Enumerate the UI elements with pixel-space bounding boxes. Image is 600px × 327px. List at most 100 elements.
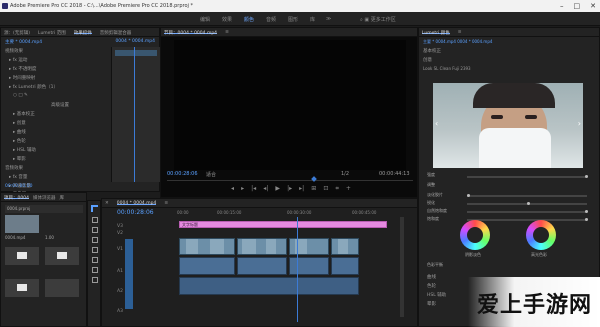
timeline-playhead[interactable] [297, 217, 298, 322]
tab-effect-controls[interactable]: 效果控件 [73, 30, 92, 36]
workspace-right-tools[interactable]: ⌕ ▣ 更多工作区 [360, 16, 396, 23]
audio-clip[interactable] [289, 257, 329, 275]
slider-saturation[interactable]: 饱和度 [427, 216, 595, 224]
go-to-in-icon[interactable]: |◂ [251, 185, 256, 195]
track-label-v2[interactable]: V2 [117, 231, 123, 236]
preview-prev-arrow[interactable]: ‹ [435, 119, 438, 128]
audio-clip[interactable] [179, 277, 359, 295]
mark-in-icon[interactable]: ◂ [231, 185, 234, 195]
effect-timecode[interactable]: 00:00:00:00 [5, 184, 32, 189]
workspace-more-icon[interactable]: ≫ [326, 16, 331, 22]
slider-vibrance[interactable]: 自然饱和度 [427, 208, 595, 216]
sequence-selector[interactable]: 0004 * 0004.mp4 [115, 39, 155, 44]
keyframe-area[interactable] [111, 47, 160, 182]
track-target-toggle[interactable] [125, 239, 133, 309]
video-clip[interactable] [237, 238, 287, 255]
project-thumbnail[interactable] [5, 215, 39, 233]
color-balance-label[interactable]: 色彩平衡 [427, 262, 443, 268]
look-dropdown[interactable]: Look SL Clean Fuji 2393 [419, 64, 599, 73]
tab-media-browser[interactable]: 媒体浏览器 [33, 195, 56, 201]
title-bar: Adobe Premiere Pro CC 2018 - C:\...\Adob… [0, 0, 600, 12]
project-thumbnail[interactable] [5, 247, 39, 265]
workspace-effects[interactable]: 效果 [222, 16, 232, 23]
audio-clip[interactable] [237, 257, 287, 275]
extract-icon[interactable]: ⊡ [323, 185, 328, 195]
resolution-dropdown[interactable]: 1/2 [341, 171, 349, 177]
section-creative[interactable]: 创意 [419, 55, 599, 64]
video-clip[interactable] [289, 238, 329, 255]
timeline-menu-icon[interactable]: ≡ [164, 201, 168, 206]
audio-clip[interactable] [331, 257, 359, 275]
track-select-icon[interactable] [92, 217, 98, 223]
tab-source[interactable]: 源：(无剪辑) [4, 30, 30, 36]
slip-tool-icon[interactable] [92, 247, 98, 253]
tab-lumetri-color[interactable]: Lumetri 颜色 [422, 30, 450, 36]
track-label-a2[interactable]: A2 [117, 289, 123, 294]
hand-tool-icon[interactable] [92, 267, 98, 273]
maximize-button[interactable]: □ [574, 0, 581, 12]
lift-icon[interactable]: ⊞ [311, 185, 316, 195]
pen-tool-icon[interactable] [92, 257, 98, 263]
program-viewer[interactable] [174, 40, 406, 170]
workspace-color[interactable]: 颜色 [244, 16, 254, 23]
highlight-tint-wheel[interactable] [526, 220, 556, 250]
project-thumbnail[interactable] [45, 247, 79, 265]
workspace-graphics[interactable]: 图形 [288, 16, 298, 23]
tab-program[interactable]: 节目：0004 * 0004.mp4 [164, 30, 218, 36]
bin-name: 0004.prproj [7, 206, 31, 211]
project-item-name[interactable]: 0004.mp4 [5, 235, 25, 240]
workspace-audio[interactable]: 音频 [266, 16, 276, 23]
play-icon[interactable]: ▶ [275, 185, 280, 195]
minimize-button[interactable]: – [560, 0, 564, 12]
title-clip[interactable]: 文字标题 [179, 221, 387, 228]
slider-faded-film[interactable]: 淡化胶片 [427, 192, 595, 200]
tab-audio-mixer[interactable]: 音频剪辑混合器 [100, 30, 132, 36]
slider-intensity[interactable]: 强度 [427, 172, 595, 182]
export-frame-icon[interactable]: ⌗ [335, 185, 338, 195]
preview-next-arrow[interactable]: › [578, 119, 581, 128]
close-button[interactable]: ✕ [590, 0, 596, 12]
slider-label: 淡化胶片 [427, 192, 443, 197]
slider-sharpen[interactable]: 锐化 [427, 200, 595, 208]
tab-libraries[interactable]: 库 [59, 195, 64, 201]
project-thumbnail[interactable] [5, 279, 39, 297]
slider-adjust[interactable]: 调整 [427, 182, 595, 192]
workspace-edit[interactable]: 编辑 [200, 16, 210, 23]
lumetri-menu-icon[interactable]: ≡ [458, 30, 462, 35]
go-to-out-icon[interactable]: ▸| [299, 185, 304, 195]
program-menu-icon[interactable]: ≡ [225, 30, 229, 35]
tab-sequence[interactable]: 0004 * 0004.mp4 [116, 201, 157, 206]
selection-tool-icon[interactable] [91, 205, 98, 212]
track-label-v1[interactable]: V1 [117, 247, 123, 252]
workspace-libraries[interactable]: 库 [310, 16, 315, 23]
project-thumbnail[interactable] [45, 279, 79, 297]
lumetri-clip-header[interactable]: 主要 * 0004.mp4 0004 * 0004.mp4 [419, 37, 599, 46]
mini-timeline[interactable] [167, 180, 413, 181]
preview-eye [491, 115, 503, 119]
program-playhead-timecode[interactable]: 00:00:28:06 [167, 171, 198, 177]
video-clip[interactable] [331, 238, 359, 255]
tab-close-icon[interactable]: ✕ [105, 201, 109, 206]
shadow-tint-wheel[interactable] [460, 220, 490, 250]
clip-selector[interactable]: 主要 * 0004.mp4 [5, 39, 42, 45]
type-tool-icon[interactable] [92, 277, 98, 283]
step-forward-icon[interactable]: |▸ [287, 185, 292, 195]
video-clip[interactable] [179, 238, 235, 255]
mark-out-icon[interactable]: ▸ [241, 185, 244, 195]
track-label-a1[interactable]: A1 [117, 269, 123, 274]
project-search[interactable]: 0004.prproj [5, 205, 83, 213]
track-label-v3[interactable]: V3 [117, 224, 123, 229]
step-back-icon[interactable]: ◂| [263, 185, 268, 195]
ripple-edit-icon[interactable] [92, 227, 98, 233]
zoom-dropdown[interactable]: 适合 [206, 171, 216, 178]
track-label-a3[interactable]: A3 [117, 309, 123, 314]
razor-tool-icon[interactable] [92, 237, 98, 243]
tab-project[interactable]: 项目：0004 [4, 195, 29, 201]
audio-clip[interactable] [179, 257, 235, 275]
timeline-scrollbar[interactable] [400, 217, 404, 317]
slider-label: 自然饱和度 [427, 208, 447, 213]
tab-lumetri-scopes[interactable]: Lumetri 范围 [38, 30, 66, 36]
timeline-timecode[interactable]: 00:00:28:06 [117, 209, 154, 216]
section-basic-correction[interactable]: 基本校正 [419, 46, 599, 55]
add-button-icon[interactable]: + [346, 185, 351, 195]
